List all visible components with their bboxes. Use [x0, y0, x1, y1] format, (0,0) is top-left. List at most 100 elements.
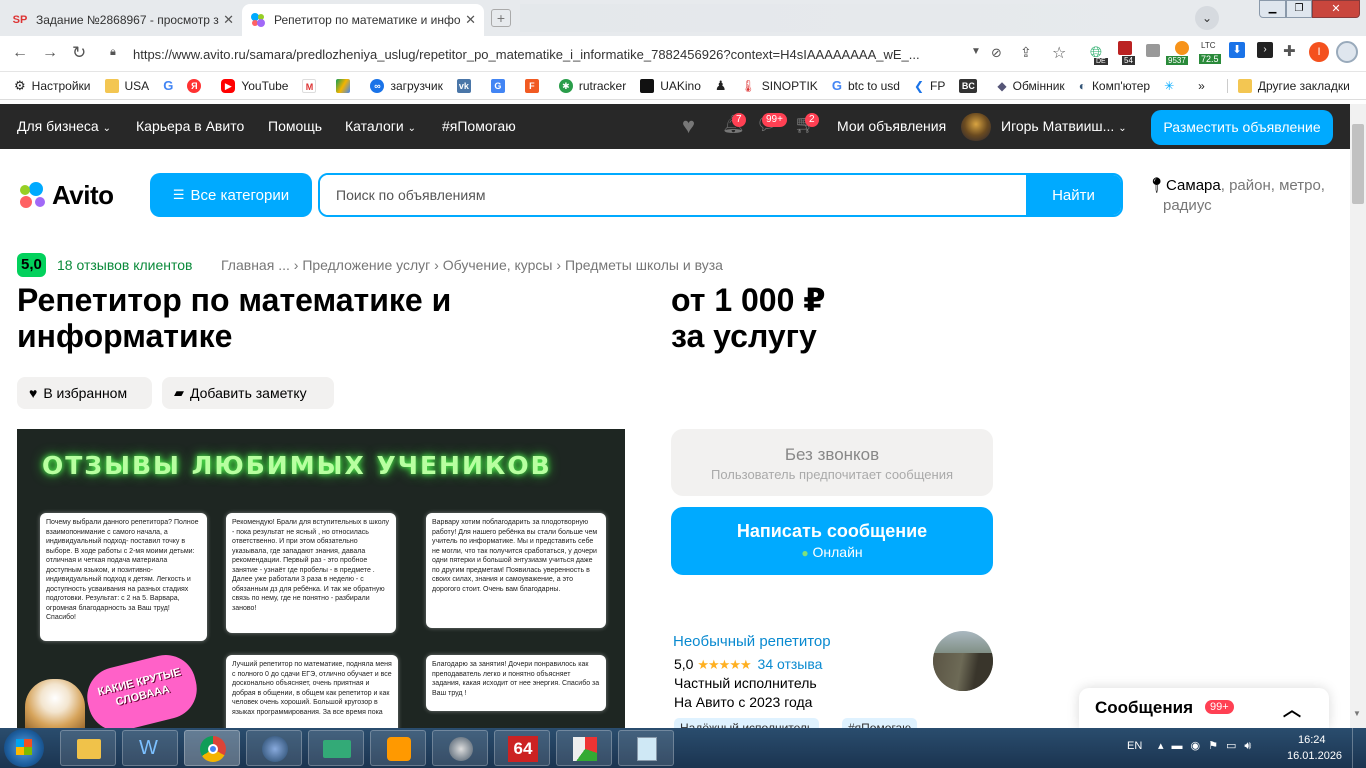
page-scrollbar[interactable]: ▼ [1350, 104, 1366, 728]
chrome-taskbar-icon[interactable] [184, 730, 240, 766]
location-selector[interactable]: 📍︎Самара, район, метро, радиус [1147, 176, 1342, 216]
close-icon[interactable]: ✕ [219, 12, 234, 28]
add-note-button[interactable]: ▰ Добавить заметку [162, 377, 334, 409]
show-desktop-button[interactable] [1352, 728, 1366, 768]
breadcrumb-home[interactable]: Главная [221, 257, 274, 273]
seller-reviews-link[interactable]: 34 отзыва [758, 656, 823, 672]
bookmark-f[interactable]: F [524, 78, 545, 93]
share-icon[interactable]: ⇪ [1020, 44, 1032, 61]
maximize-button[interactable]: ❐ [1286, 0, 1312, 18]
briefcase-icon[interactable] [1146, 44, 1160, 57]
bookmark-star[interactable]: ✳ [1164, 79, 1174, 93]
menu-icon[interactable] [1336, 41, 1358, 63]
seller-name[interactable]: Необычный репетитор [673, 633, 831, 650]
nav-catalogs[interactable]: Каталоги ⌄ [345, 118, 416, 134]
new-tab-button[interactable]: + [491, 9, 511, 27]
nav-help[interactable]: Помощь [268, 118, 322, 134]
bookmark-other[interactable]: Другие закладки [1226, 78, 1350, 93]
app64-taskbar-icon[interactable]: 64 [494, 730, 550, 766]
browser-tab-2[interactable]: Репетитор по математике и инфо ✕ [242, 4, 484, 36]
bookmark-exchange[interactable]: ◆ Обмінник [997, 79, 1064, 93]
browser-tab-1[interactable]: SP Задание №2868967 - просмотр за ✕ [4, 4, 242, 36]
url-text[interactable]: https://www.avito.ru/samara/predlozheniy… [133, 47, 958, 62]
shield-taskbar-icon[interactable]: W [122, 730, 178, 766]
bitcoin-icon[interactable] [1175, 41, 1189, 55]
forward-icon[interactable]: → [42, 44, 58, 62]
url-dropdown-icon[interactable]: ▼ [971, 46, 981, 57]
globe-taskbar-icon[interactable] [246, 730, 302, 766]
minimize-button[interactable]: ▁ [1259, 0, 1286, 18]
scrollbar-thumb[interactable] [1352, 124, 1364, 204]
lock-icon[interactable]: 🔒︎ [110, 46, 116, 59]
tray-icons[interactable]: ▴▬◉⚑▭🔊︎ [1158, 739, 1259, 753]
categories-search-icon: ☰ [172, 187, 185, 202]
avatar[interactable] [961, 113, 991, 141]
breadcrumb-services[interactable]: Предложение услуг [302, 257, 430, 273]
chevron-up-icon[interactable]: ︿ [1283, 696, 1301, 722]
rating-badge[interactable]: 5,0 [17, 253, 46, 277]
back-icon[interactable]: ← [12, 44, 28, 62]
scroll-down-icon[interactable]: ▼ [1353, 709, 1361, 718]
write-message-button[interactable]: Написать сообщение ● Онлайн [671, 507, 993, 575]
bookmark-fp[interactable]: ❮ FP [914, 79, 945, 93]
language-indicator[interactable]: EN [1127, 740, 1142, 752]
translate-icon[interactable]: ⊘ [991, 45, 1002, 61]
nav-career[interactable]: Карьера в Авито [136, 118, 244, 134]
nav-business[interactable]: Для бизнеса ⌄ [17, 118, 111, 134]
player-taskbar-icon[interactable] [370, 730, 426, 766]
bookmark-drive[interactable] [336, 78, 356, 93]
breadcrumb-education[interactable]: Обучение, курсы [443, 257, 553, 273]
bookmark-youtube[interactable]: ▶ YouTube [221, 78, 288, 93]
bookmark-star-icon[interactable]: ☆ [1052, 43, 1066, 63]
messages-panel[interactable]: Сообщения 99+ ︿ [1079, 688, 1329, 728]
profile-avatar[interactable]: I [1309, 42, 1329, 62]
terminal-taskbar-icon[interactable] [308, 730, 364, 766]
user-menu[interactable]: Игорь Матвииш... ⌄ [1001, 118, 1127, 134]
all-categories-button[interactable]: ☰ Все категории [150, 173, 312, 217]
clock-date[interactable]: 16.01.2026 [1287, 750, 1342, 762]
heart-icon[interactable]: ♥ [682, 113, 695, 139]
extension-54-badge[interactable]: 54 [1122, 56, 1135, 65]
explorer-taskbar-icon[interactable] [60, 730, 116, 766]
post-ad-button[interactable]: Разместить объявление [1151, 110, 1333, 145]
bookmark-translate[interactable]: G [490, 78, 511, 93]
extension-icon[interactable] [1118, 41, 1132, 55]
listing-photo[interactable]: ОТЗЫВЫ ЛЮБИМЫХ УЧЕНИКОВ Почему выбрали д… [17, 429, 625, 729]
close-icon[interactable]: ✕ [461, 12, 476, 28]
clock-taskbar-icon[interactable] [432, 730, 488, 766]
bookmark-computer[interactable]: ◐ Комп'ютер [1079, 79, 1150, 93]
start-button[interactable] [4, 729, 44, 767]
close-window-button[interactable]: ✕ [1312, 0, 1360, 18]
paint-taskbar-icon[interactable] [556, 730, 612, 766]
bookmark-downloader[interactable]: ∞ загрузчик [370, 78, 443, 93]
reload-icon[interactable]: ↻ [72, 43, 86, 63]
search-input[interactable] [320, 175, 1030, 215]
bookmark-btc[interactable]: Gbtc to usd [832, 78, 900, 93]
bookmark-rutracker[interactable]: ✱ rutracker [558, 78, 626, 93]
reviews-link[interactable]: 18 отзывов клиентов [57, 257, 193, 273]
bookmark-bc[interactable]: BC [959, 78, 983, 93]
bookmark-gmail[interactable]: M [302, 78, 322, 93]
bookmark-google[interactable]: G [163, 78, 173, 93]
bookmark-uakino[interactable]: UAKino [640, 78, 701, 93]
seller-avatar[interactable] [933, 631, 993, 691]
clock-time[interactable]: 16:24 [1298, 734, 1326, 746]
find-button[interactable]: Найти [1026, 175, 1121, 215]
tab-search-icon[interactable]: ⌄ [1195, 6, 1219, 30]
bookmark-person[interactable]: ♟ [715, 78, 727, 94]
avito-logo[interactable]: Avito [16, 178, 114, 212]
extensions-puzzle-icon[interactable]: ✚ [1283, 42, 1296, 60]
bookmarks-overflow[interactable]: » [1198, 79, 1205, 93]
bookmark-vk[interactable]: vk [456, 78, 477, 93]
nav-help-campaign[interactable]: #яПомогаю [442, 118, 516, 134]
bookmark-settings[interactable]: ⚙ Настройки [14, 78, 91, 94]
bookmark-yandex[interactable]: Я [187, 78, 207, 93]
my-ads-link[interactable]: Мои объявления [837, 118, 946, 134]
favorite-button[interactable]: ♥ В избранном [17, 377, 152, 409]
breadcrumb-subjects[interactable]: Предметы школы и вуза [565, 257, 723, 273]
notepad-taskbar-icon[interactable] [618, 730, 674, 766]
bookmark-usa[interactable]: USA [104, 78, 149, 93]
bookmark-sinoptik[interactable]: 🌡︎ SINOPTIK [741, 79, 818, 93]
terminal-icon[interactable]: › [1257, 42, 1273, 58]
download-icon[interactable]: ⬇ [1229, 42, 1245, 58]
